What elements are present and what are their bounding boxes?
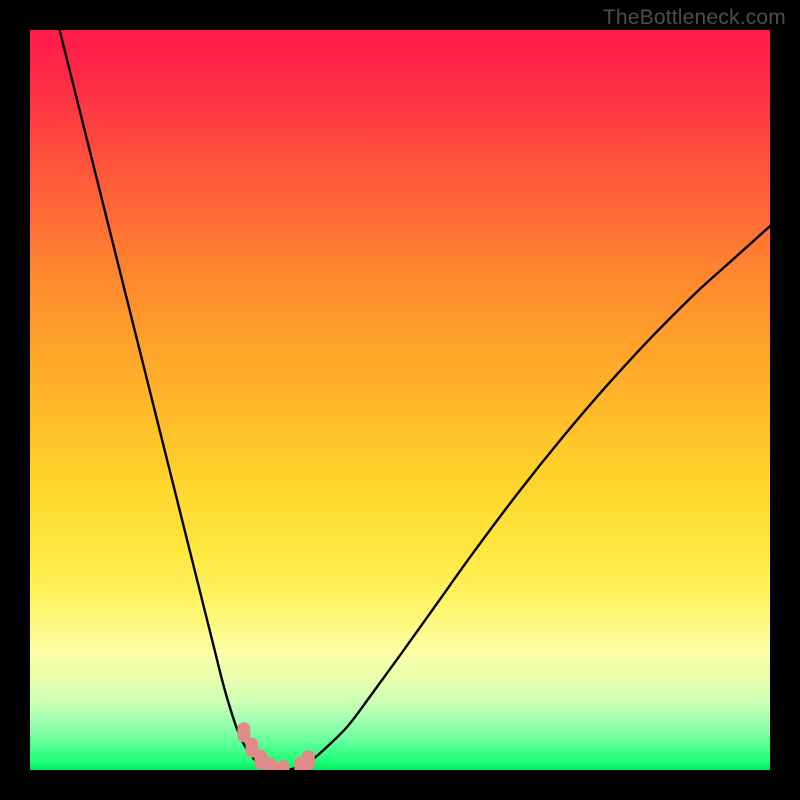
valley-markers <box>237 722 314 770</box>
chart-plot-area <box>30 30 770 770</box>
valley-marker <box>277 760 290 770</box>
valley-marker <box>302 750 315 770</box>
bottleneck-curve-svg <box>30 30 770 770</box>
valley-marker <box>264 757 277 770</box>
watermark-text: TheBottleneck.com <box>603 6 786 30</box>
bottleneck-curve <box>60 30 770 770</box>
